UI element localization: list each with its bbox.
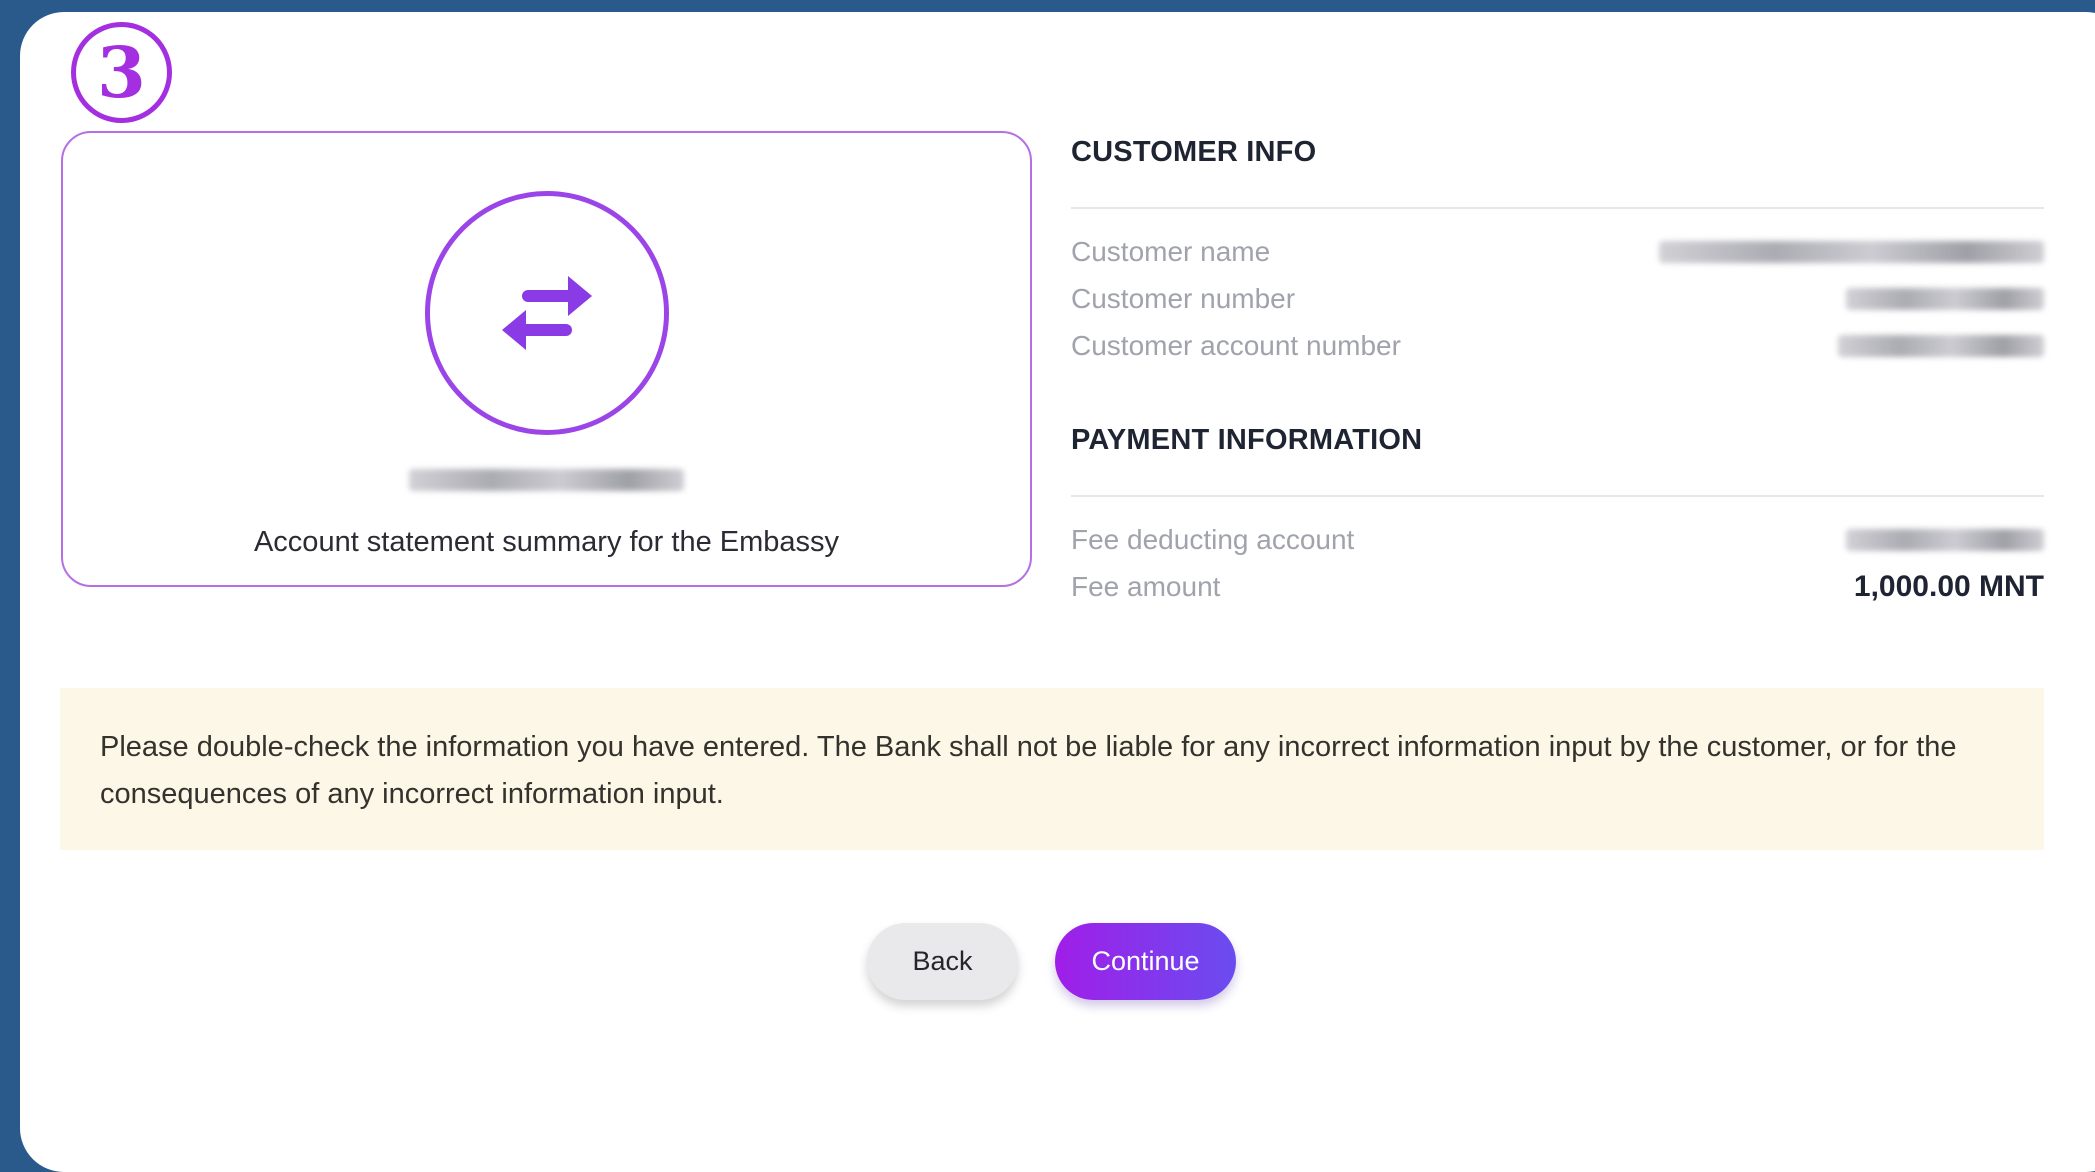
customer-info-divider	[1071, 207, 2044, 209]
summary-amount	[63, 465, 1030, 495]
fee-amount-label: Fee amount	[1071, 571, 1221, 602]
customer-number-label: Customer number	[1071, 283, 1296, 314]
summary-amount-redacted	[409, 469, 684, 491]
back-button[interactable]: Back	[867, 923, 1018, 1000]
customer-info-title: CUSTOMER INFO	[1071, 136, 1317, 168]
summary-card: Account statement summary for the Embass…	[61, 131, 1032, 587]
fee-account-value-redacted	[1846, 529, 2044, 551]
fee-account-row: Fee deducting account	[1071, 522, 2044, 558]
customer-name-label: Customer name	[1071, 236, 1271, 267]
fee-amount-value: 1,000.00 MNT	[1853, 570, 2044, 603]
fee-account-label: Fee deducting account	[1071, 524, 1355, 555]
payment-info-divider	[1071, 495, 2044, 497]
disclaimer-notice: Please double-check the information you …	[60, 688, 2044, 850]
transfer-icon-circle	[425, 191, 669, 435]
customer-name-row: Customer name	[1071, 234, 2044, 270]
step-number-badge: 3	[71, 22, 172, 123]
continue-button[interactable]: Continue	[1055, 923, 1236, 1000]
customer-account-number-row: Customer account number	[1071, 328, 2044, 364]
customer-number-row: Customer number	[1071, 281, 2044, 317]
step-number: 3	[97, 30, 146, 114]
customer-name-value-redacted	[1659, 241, 2044, 263]
transfer-arrows-icon	[502, 276, 592, 350]
customer-account-number-label: Customer account number	[1071, 330, 1401, 361]
payment-info-title: PAYMENT INFORMATION	[1071, 424, 1423, 456]
customer-number-value-redacted	[1846, 288, 2044, 310]
fee-amount-row: Fee amount 1,000.00 MNT	[1071, 569, 2044, 605]
disclaimer-text: Please double-check the information you …	[100, 731, 1957, 810]
customer-account-number-value-redacted	[1838, 335, 2044, 357]
summary-caption: Account statement summary for the Embass…	[253, 526, 840, 558]
